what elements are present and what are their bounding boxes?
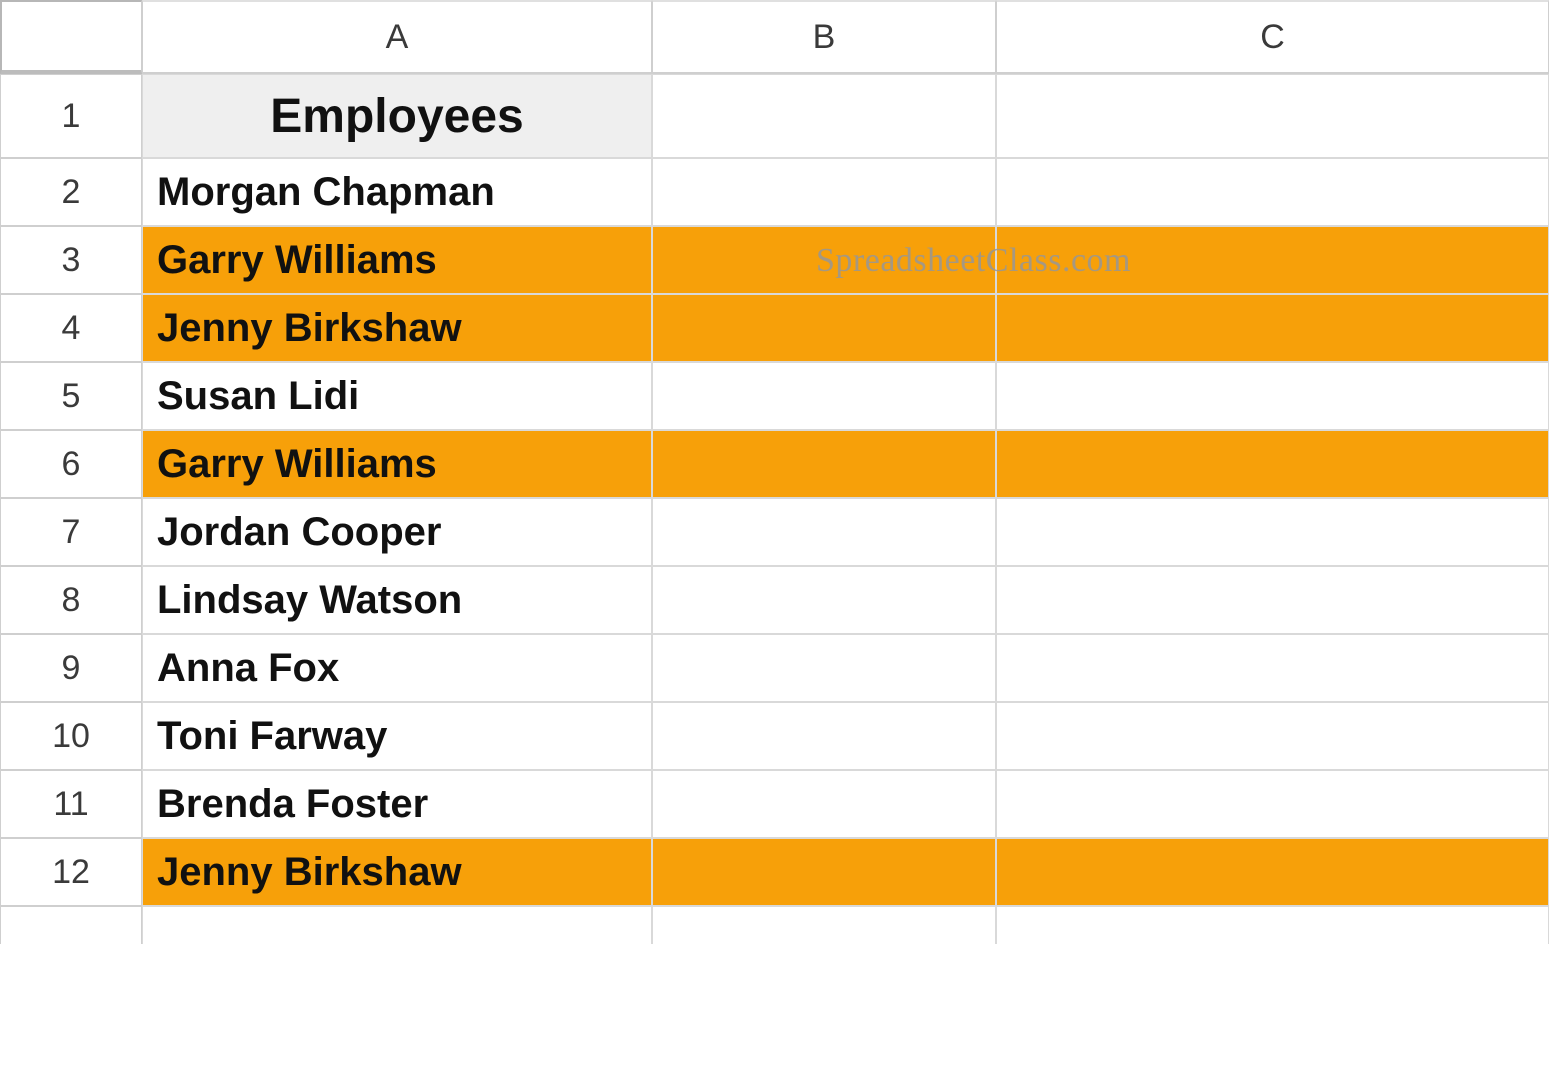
cell-c11[interactable]: [996, 770, 1549, 838]
cell-a3[interactable]: Garry Williams: [142, 226, 652, 294]
cell-c10[interactable]: [996, 702, 1549, 770]
cell-c2[interactable]: [996, 158, 1549, 226]
cell-b1[interactable]: [652, 74, 996, 158]
cell-c7[interactable]: [996, 498, 1549, 566]
row-header-11[interactable]: 11: [0, 770, 142, 838]
column-header-c[interactable]: C: [996, 0, 1549, 74]
cell-b8[interactable]: [652, 566, 996, 634]
cell-a12[interactable]: Jenny Birkshaw: [142, 838, 652, 906]
cell-a5[interactable]: Susan Lidi: [142, 362, 652, 430]
column-header-a[interactable]: A: [142, 0, 652, 74]
cell-b5[interactable]: [652, 362, 996, 430]
cell-b9[interactable]: [652, 634, 996, 702]
row-header-6[interactable]: 6: [0, 430, 142, 498]
cell-b12[interactable]: [652, 838, 996, 906]
cell-c3[interactable]: [996, 226, 1549, 294]
cell-c9[interactable]: [996, 634, 1549, 702]
cell-b13[interactable]: [652, 906, 996, 944]
cell-a13[interactable]: [142, 906, 652, 944]
spreadsheet-grid[interactable]: A B C 1 Employees 2 Morgan Chapman 3 Gar…: [0, 0, 1549, 944]
row-header-9[interactable]: 9: [0, 634, 142, 702]
row-header-12[interactable]: 12: [0, 838, 142, 906]
cell-a9[interactable]: Anna Fox: [142, 634, 652, 702]
cell-b3[interactable]: [652, 226, 996, 294]
cell-c8[interactable]: [996, 566, 1549, 634]
row-header-10[interactable]: 10: [0, 702, 142, 770]
column-header-b[interactable]: B: [652, 0, 996, 74]
cell-c1[interactable]: [996, 74, 1549, 158]
cell-c6[interactable]: [996, 430, 1549, 498]
cell-a4[interactable]: Jenny Birkshaw: [142, 294, 652, 362]
cell-b7[interactable]: [652, 498, 996, 566]
row-header-2[interactable]: 2: [0, 158, 142, 226]
cell-a10[interactable]: Toni Farway: [142, 702, 652, 770]
cell-b6[interactable]: [652, 430, 996, 498]
cell-b4[interactable]: [652, 294, 996, 362]
select-all-corner[interactable]: [0, 0, 142, 74]
cell-b10[interactable]: [652, 702, 996, 770]
cell-a11[interactable]: Brenda Foster: [142, 770, 652, 838]
cell-a7[interactable]: Jordan Cooper: [142, 498, 652, 566]
row-header-3[interactable]: 3: [0, 226, 142, 294]
row-header-4[interactable]: 4: [0, 294, 142, 362]
cell-b2[interactable]: [652, 158, 996, 226]
row-header-13[interactable]: [0, 906, 142, 944]
cell-a6[interactable]: Garry Williams: [142, 430, 652, 498]
cell-c13[interactable]: [996, 906, 1549, 944]
cell-a8[interactable]: Lindsay Watson: [142, 566, 652, 634]
cell-c12[interactable]: [996, 838, 1549, 906]
cell-a1[interactable]: Employees: [142, 74, 652, 158]
cell-b11[interactable]: [652, 770, 996, 838]
row-header-5[interactable]: 5: [0, 362, 142, 430]
cell-c5[interactable]: [996, 362, 1549, 430]
cell-a2[interactable]: Morgan Chapman: [142, 158, 652, 226]
row-header-8[interactable]: 8: [0, 566, 142, 634]
row-header-7[interactable]: 7: [0, 498, 142, 566]
row-header-1[interactable]: 1: [0, 74, 142, 158]
cell-c4[interactable]: [996, 294, 1549, 362]
